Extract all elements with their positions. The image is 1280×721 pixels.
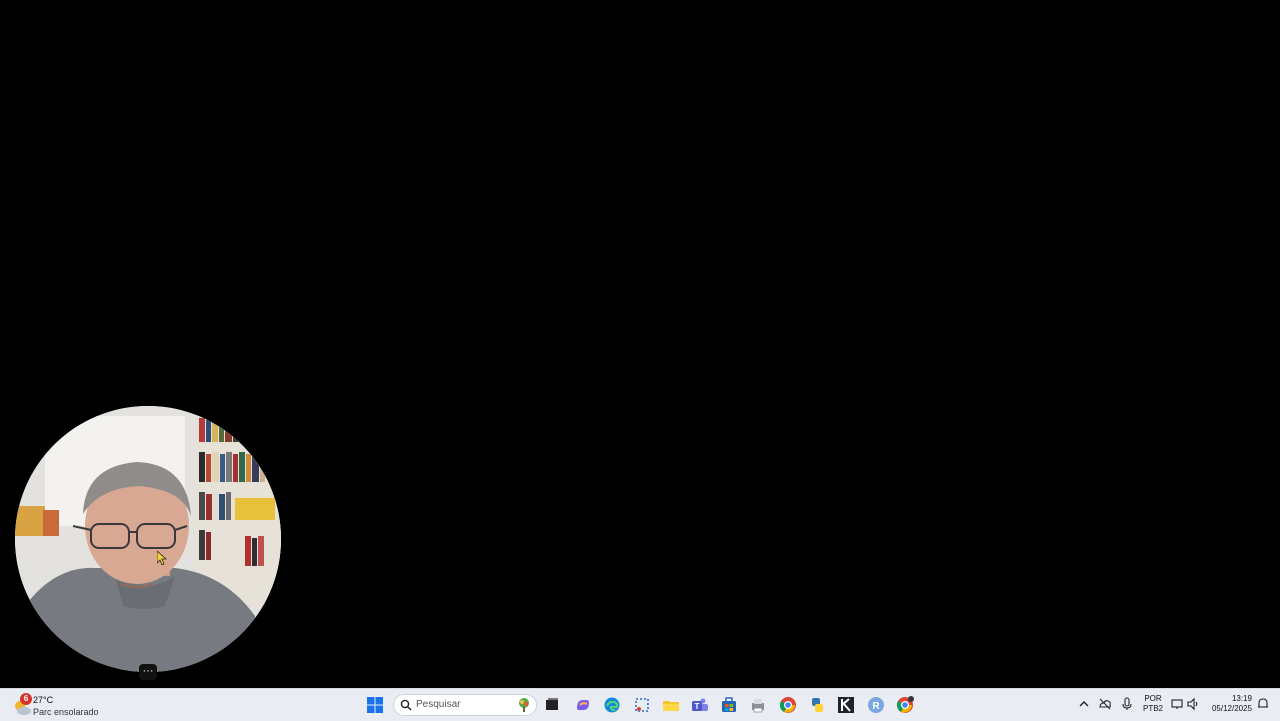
onedrive-off-icon[interactable] xyxy=(1098,697,1112,711)
k-app-button[interactable] xyxy=(835,694,857,716)
edge-icon xyxy=(604,697,620,713)
snipping-tool-button[interactable] xyxy=(631,694,653,716)
microsoft-store-icon xyxy=(722,697,736,712)
r-icon: R xyxy=(868,697,884,713)
chrome-profile-icon xyxy=(896,696,914,713)
microphone-icon[interactable] xyxy=(1120,697,1134,711)
task-view-icon xyxy=(546,698,558,710)
search-highlight-icon xyxy=(519,698,529,712)
clock-date: 05/12/2025 xyxy=(1211,704,1252,713)
teams-icon: T xyxy=(692,698,708,711)
network-icon[interactable] xyxy=(1170,697,1184,711)
webcam-bubble[interactable] xyxy=(15,406,281,672)
clock[interactable]: 13:19 05/12/2025 xyxy=(1204,694,1252,714)
keyboard-layout: PTB2 xyxy=(1142,704,1163,713)
input-language-indicator[interactable]: POR PTB2 xyxy=(1142,694,1164,714)
snipping-tool-icon xyxy=(635,698,649,712)
chrome-profile-button[interactable] xyxy=(894,694,916,716)
search-placeholder: Pesquisar xyxy=(416,699,461,710)
taskbar: 6 27°C Parc ensolarado Pesquisar T R POR… xyxy=(0,688,1280,721)
start-button[interactable] xyxy=(364,694,386,716)
webcam-options-button[interactable]: ··· xyxy=(139,664,157,680)
chrome-button[interactable] xyxy=(777,694,799,716)
weather-temperature: 27°C xyxy=(33,695,54,705)
edge-button[interactable] xyxy=(601,694,623,716)
notification-bell-icon[interactable] xyxy=(1256,697,1270,711)
printer-icon xyxy=(752,699,764,713)
python-icon xyxy=(812,698,823,712)
r-app-button[interactable]: R xyxy=(865,694,887,716)
printer-button[interactable] xyxy=(747,694,769,716)
search-box[interactable]: Pesquisar xyxy=(393,694,537,716)
copilot-button[interactable] xyxy=(572,694,594,716)
svg-text:T: T xyxy=(695,702,700,711)
chrome-icon xyxy=(779,697,796,713)
clock-time: 13:19 xyxy=(1231,694,1252,703)
search-icon xyxy=(400,699,412,711)
teams-button[interactable]: T xyxy=(689,694,711,716)
svg-text:R: R xyxy=(872,701,880,712)
weather-badge: 6 xyxy=(20,693,32,705)
copilot-icon xyxy=(577,700,589,710)
language-code: POR xyxy=(1144,694,1162,703)
windows-start-icon xyxy=(367,697,383,713)
task-view-button[interactable] xyxy=(541,694,563,716)
weather-widget[interactable]: 6 27°C Parc ensolarado xyxy=(12,693,122,719)
file-explorer-icon xyxy=(663,701,679,711)
volume-icon[interactable] xyxy=(1186,697,1200,711)
mouse-cursor-icon xyxy=(157,551,167,565)
file-explorer-button[interactable] xyxy=(660,694,682,716)
weather-condition: Parc ensolarado xyxy=(33,707,99,717)
klogo-icon xyxy=(838,697,854,713)
python-button[interactable] xyxy=(806,694,828,716)
show-hidden-icons-chevron-icon[interactable] xyxy=(1077,697,1091,711)
microsoft-store-button[interactable] xyxy=(718,694,740,716)
